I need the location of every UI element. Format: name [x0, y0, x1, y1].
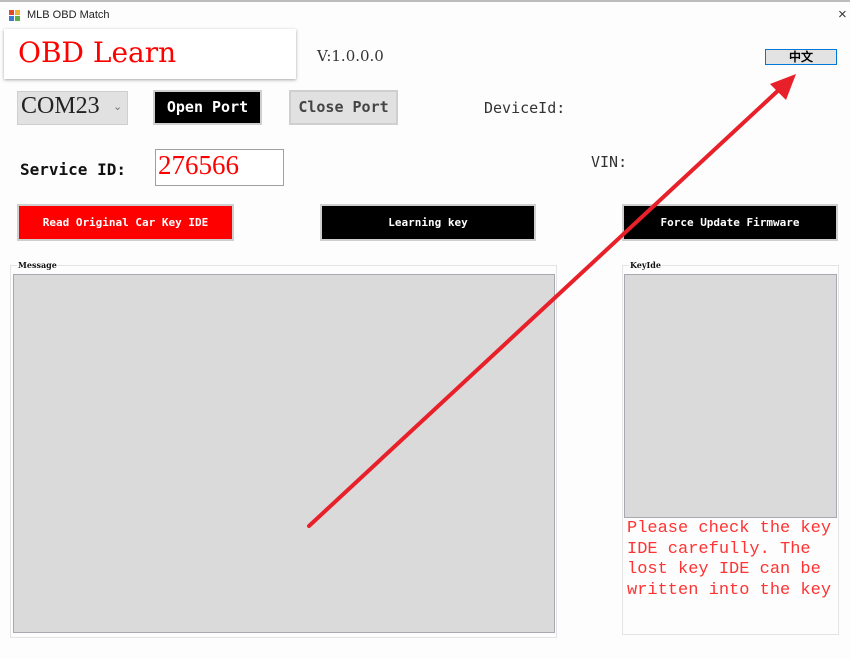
- brand-panel: OBD Learn: [4, 29, 296, 79]
- close-port-button[interactable]: Close Port: [289, 90, 398, 125]
- read-original-key-button[interactable]: Read Original Car Key IDE: [17, 204, 234, 241]
- keyide-warning-note: Please check the key IDE carefully. The …: [627, 519, 832, 600]
- force-update-firmware-button[interactable]: Force Update Firmware: [622, 204, 838, 241]
- service-id-input[interactable]: 276566: [155, 149, 284, 186]
- arrow-head: [770, 74, 796, 100]
- keyide-textbox[interactable]: [624, 274, 837, 518]
- open-port-button[interactable]: Open Port: [153, 90, 262, 125]
- app-window-icon: [9, 10, 21, 22]
- service-id-value: 276566: [158, 150, 239, 180]
- learning-key-button[interactable]: Learning key: [320, 204, 536, 241]
- app-heading: OBD Learn: [18, 36, 177, 69]
- com-port-value: COM23: [21, 93, 100, 119]
- window-title: MLB OBD Match: [27, 9, 110, 21]
- chevron-down-icon: ⌄: [113, 100, 123, 113]
- message-textbox[interactable]: [13, 274, 555, 633]
- vin-label: VIN:: [591, 153, 628, 171]
- close-icon[interactable]: ×: [838, 6, 847, 23]
- device-id-label: DeviceId:: [484, 99, 566, 117]
- message-legend: Message: [17, 260, 58, 270]
- title-bar: MLB OBD Match ×: [0, 2, 850, 28]
- version-label: V:1.0.0.0: [317, 47, 384, 65]
- language-button[interactable]: 中文: [765, 49, 837, 65]
- com-port-select[interactable]: COM23 ⌄: [17, 91, 128, 125]
- service-id-label: Service ID:: [20, 160, 126, 179]
- keyide-legend: KeyIde: [629, 260, 662, 270]
